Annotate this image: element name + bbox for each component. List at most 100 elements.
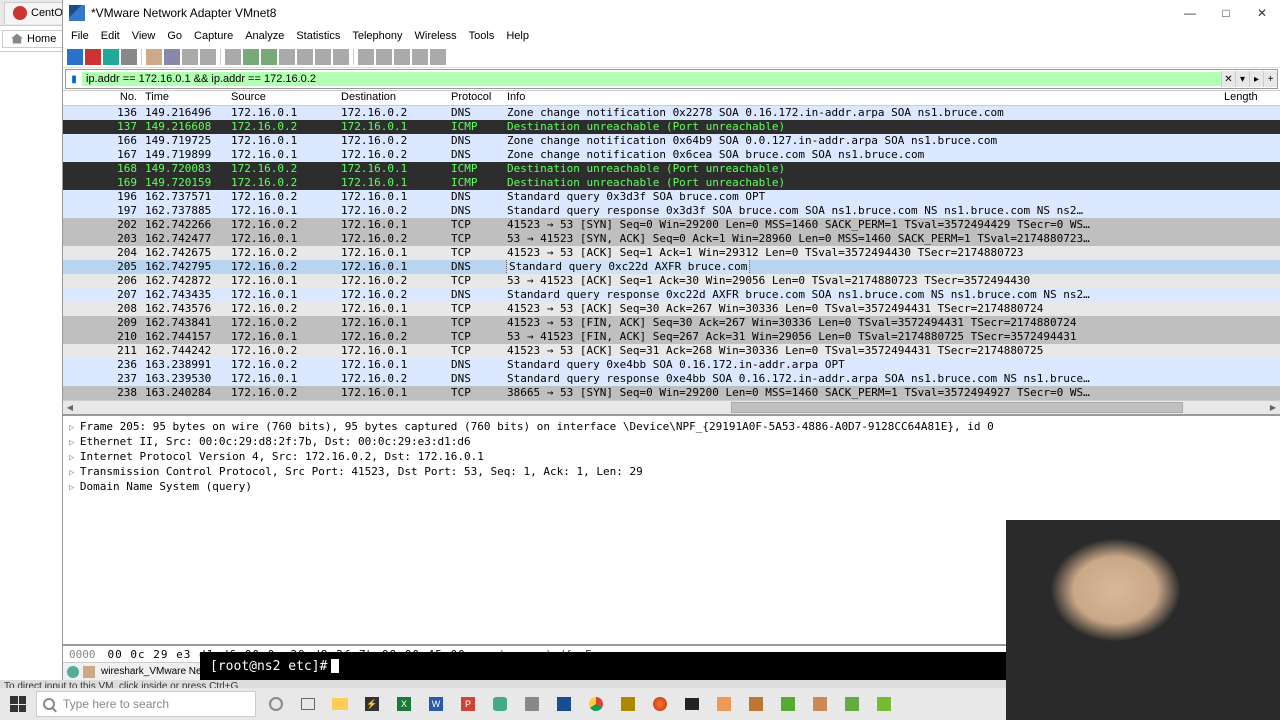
- column-header-source[interactable]: Source: [227, 91, 337, 105]
- column-header-length[interactable]: Length: [1220, 91, 1280, 105]
- taskbar-search[interactable]: Type here to search: [36, 691, 256, 717]
- firefox-icon[interactable]: [644, 690, 676, 718]
- expert-info-icon[interactable]: [67, 666, 79, 678]
- packet-row[interactable]: 236163.238991172.16.0.2172.16.0.1DNSStan…: [63, 358, 1280, 372]
- find-packet-icon[interactable]: [225, 49, 241, 65]
- horizontal-scrollbar[interactable]: ◀ ▶: [63, 400, 1280, 414]
- goto-packet-icon[interactable]: [279, 49, 295, 65]
- packet-row[interactable]: 207162.743435172.16.0.1172.16.0.2DNSStan…: [63, 288, 1280, 302]
- detail-frame[interactable]: Frame 205: 95 bytes on wire (760 bits), …: [69, 420, 1274, 435]
- packet-row[interactable]: 136149.216496172.16.0.1172.16.0.2DNSZone…: [63, 106, 1280, 120]
- app-icon-4[interactable]: [740, 690, 772, 718]
- clear-filter-icon[interactable]: ✕: [1221, 71, 1235, 87]
- start-button[interactable]: [0, 688, 36, 720]
- app-blue-icon[interactable]: [484, 690, 516, 718]
- menu-statistics[interactable]: Statistics: [296, 30, 340, 42]
- column-header-time[interactable]: Time: [141, 91, 227, 105]
- zoom-out-icon[interactable]: [394, 49, 410, 65]
- packet-row[interactable]: 210162.744157172.16.0.1172.16.0.2TCP53 →…: [63, 330, 1280, 344]
- app-icon-2[interactable]: [516, 690, 548, 718]
- add-filter-button-icon[interactable]: +: [1263, 71, 1277, 87]
- restart-capture-icon[interactable]: [103, 49, 119, 65]
- packet-row[interactable]: 209162.743841172.16.0.2172.16.0.1TCP4152…: [63, 316, 1280, 330]
- first-packet-icon[interactable]: [297, 49, 313, 65]
- camtasia-icon[interactable]: [868, 690, 900, 718]
- packet-row[interactable]: 204162.742675172.16.0.2172.16.0.1TCP4152…: [63, 246, 1280, 260]
- column-header-info[interactable]: Info: [503, 91, 1220, 105]
- packet-row[interactable]: 137149.216608172.16.0.2172.16.0.1ICMPDes…: [63, 120, 1280, 134]
- packet-row[interactable]: 237163.239530172.16.0.1172.16.0.2DNSStan…: [63, 372, 1280, 386]
- menu-tools[interactable]: Tools: [469, 30, 495, 42]
- zoom-in-icon[interactable]: [376, 49, 392, 65]
- column-header-protocol[interactable]: Protocol: [447, 91, 503, 105]
- apply-filter-icon[interactable]: ▾: [1235, 71, 1249, 87]
- packet-row[interactable]: 238163.240284172.16.0.2172.16.0.1TCP3866…: [63, 386, 1280, 400]
- autoscroll-icon[interactable]: [333, 49, 349, 65]
- display-filter-input[interactable]: [82, 72, 1221, 86]
- save-file-icon[interactable]: [164, 49, 180, 65]
- packet-row[interactable]: 203162.742477172.16.0.1172.16.0.2TCP53 →…: [63, 232, 1280, 246]
- stop-capture-icon[interactable]: [85, 49, 101, 65]
- menu-capture[interactable]: Capture: [194, 30, 233, 42]
- last-packet-icon[interactable]: [315, 49, 331, 65]
- terminal-icon[interactable]: [676, 690, 708, 718]
- scroll-left-icon[interactable]: ◀: [63, 401, 77, 414]
- file-explorer-icon[interactable]: [324, 690, 356, 718]
- excel-icon[interactable]: X: [388, 690, 420, 718]
- column-header-destination[interactable]: Destination: [337, 91, 447, 105]
- menu-help[interactable]: Help: [506, 30, 529, 42]
- app-icon-6[interactable]: [804, 690, 836, 718]
- packet-row[interactable]: 205162.742795172.16.0.2172.16.0.1DNSStan…: [63, 260, 1280, 274]
- capture-options-icon[interactable]: [121, 49, 137, 65]
- menu-view[interactable]: View: [132, 30, 156, 42]
- close-button[interactable]: ✕: [1250, 6, 1274, 20]
- task-view-icon[interactable]: [292, 690, 324, 718]
- menu-telephony[interactable]: Telephony: [352, 30, 402, 42]
- packet-row[interactable]: 206162.742872172.16.0.1172.16.0.2TCP53 →…: [63, 274, 1280, 288]
- packet-row[interactable]: 211162.744242172.16.0.2172.16.0.1TCP4152…: [63, 344, 1280, 358]
- go-forward-icon[interactable]: [261, 49, 277, 65]
- packet-list-header[interactable]: No. Time Source Destination Protocol Inf…: [63, 90, 1280, 106]
- packet-row[interactable]: 208162.743576172.16.0.2172.16.0.1TCP4152…: [63, 302, 1280, 316]
- cortana-icon[interactable]: [260, 690, 292, 718]
- vmware-icon[interactable]: [708, 690, 740, 718]
- column-header-no[interactable]: No.: [63, 91, 141, 105]
- menu-wireless[interactable]: Wireless: [415, 30, 457, 42]
- packet-row[interactable]: 166149.719725172.16.0.1172.16.0.2DNSZone…: [63, 134, 1280, 148]
- chrome-icon[interactable]: [580, 690, 612, 718]
- menu-go[interactable]: Go: [167, 30, 182, 42]
- detail-dns[interactable]: Domain Name System (query): [69, 480, 1274, 495]
- app-icon-3[interactable]: [612, 690, 644, 718]
- packet-row[interactable]: 197162.737885172.16.0.1172.16.0.2DNSStan…: [63, 204, 1280, 218]
- packet-row[interactable]: 196162.737571172.16.0.2172.16.0.1DNSStan…: [63, 190, 1280, 204]
- start-capture-icon[interactable]: [67, 49, 83, 65]
- zoom-reset-icon[interactable]: [412, 49, 428, 65]
- close-file-icon[interactable]: [182, 49, 198, 65]
- menu-file[interactable]: File: [71, 30, 89, 42]
- word-icon[interactable]: W: [420, 690, 452, 718]
- app-icon-7[interactable]: [836, 690, 868, 718]
- detail-ethernet[interactable]: Ethernet II, Src: 00:0c:29:d8:2f:7b, Dst…: [69, 435, 1274, 450]
- wireshark-taskbar-icon[interactable]: [548, 690, 580, 718]
- reload-icon[interactable]: [200, 49, 216, 65]
- packet-row[interactable]: 168149.720083172.16.0.2172.16.0.1ICMPDes…: [63, 162, 1280, 176]
- open-file-icon[interactable]: [146, 49, 162, 65]
- detail-tcp[interactable]: Transmission Control Protocol, Src Port:…: [69, 465, 1274, 480]
- scroll-right-icon[interactable]: ▶: [1266, 401, 1280, 414]
- colorize-icon[interactable]: [358, 49, 374, 65]
- home-button[interactable]: Home: [2, 30, 65, 48]
- go-back-icon[interactable]: [243, 49, 259, 65]
- menu-edit[interactable]: Edit: [101, 30, 120, 42]
- app-icon-5[interactable]: [772, 690, 804, 718]
- scrollbar-thumb[interactable]: [731, 402, 1183, 413]
- maximize-button[interactable]: □: [1214, 6, 1238, 20]
- resize-columns-icon[interactable]: [430, 49, 446, 65]
- packet-row[interactable]: 167149.719899172.16.0.1172.16.0.2DNSZone…: [63, 148, 1280, 162]
- bookmark-filter-icon[interactable]: ▮: [66, 74, 82, 85]
- packet-row[interactable]: 169149.720159172.16.0.2172.16.0.1ICMPDes…: [63, 176, 1280, 190]
- filter-history-icon[interactable]: ▸: [1249, 71, 1263, 87]
- detail-ip[interactable]: Internet Protocol Version 4, Src: 172.16…: [69, 450, 1274, 465]
- packet-row[interactable]: 202162.742266172.16.0.2172.16.0.1TCP4152…: [63, 218, 1280, 232]
- menu-analyze[interactable]: Analyze: [245, 30, 284, 42]
- terminal-prompt[interactable]: [root@ns2 etc]#: [200, 652, 1006, 680]
